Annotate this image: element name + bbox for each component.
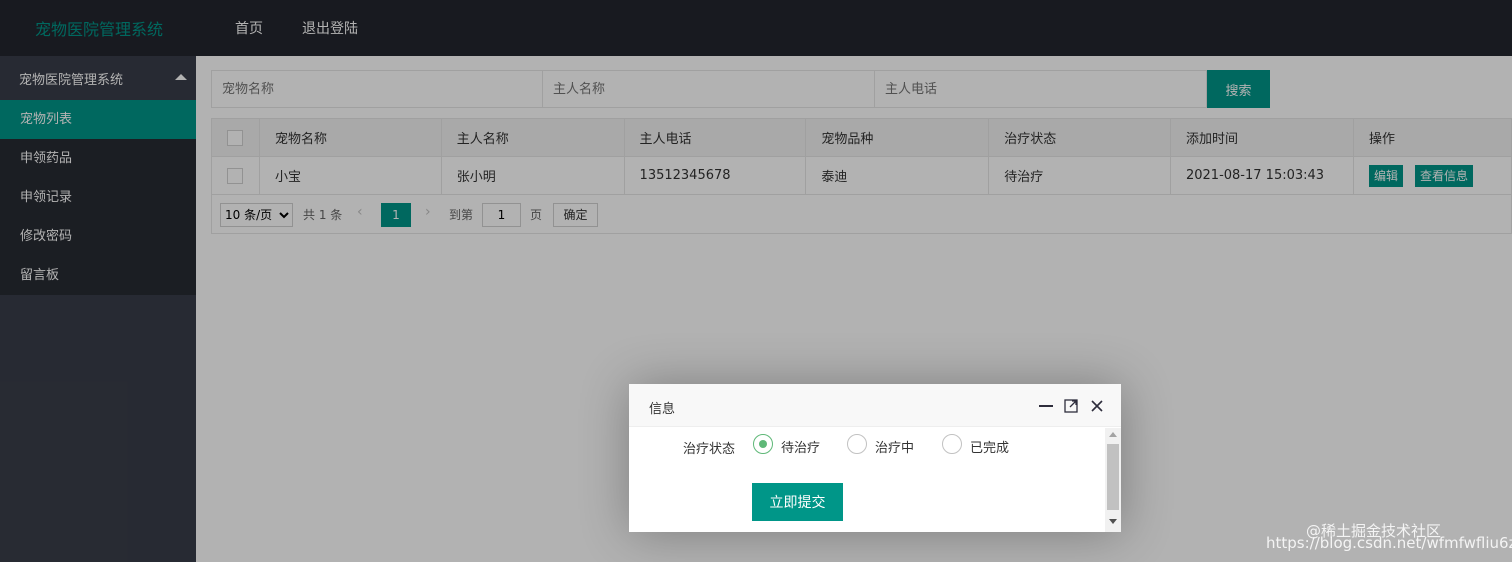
submit-button[interactable]: 立即提交 <box>752 483 843 521</box>
radio-unchecked-icon <box>942 434 962 454</box>
close-icon[interactable] <box>1090 399 1104 413</box>
radio-label: 待治疗 <box>781 441 821 456</box>
dialog-header[interactable]: 信息 <box>629 384 1121 427</box>
status-dialog: 信息 治疗状态 待治疗 治疗中 已完成 立即提交 <box>629 384 1121 532</box>
scroll-thumb[interactable] <box>1107 444 1119 510</box>
scroll-up-icon[interactable] <box>1109 432 1117 437</box>
radio-checked-icon <box>753 434 773 454</box>
minimize-icon[interactable] <box>1039 405 1053 407</box>
scroll-down-icon[interactable] <box>1109 519 1117 524</box>
radio-unchecked-icon <box>847 434 867 454</box>
status-field-label: 治疗状态 <box>683 442 736 457</box>
dialog-body: 治疗状态 待治疗 治疗中 已完成 立即提交 <box>629 428 1105 532</box>
dialog-scrollbar[interactable] <box>1105 428 1121 532</box>
dialog-title: 信息 <box>649 402 676 417</box>
radio-label: 治疗中 <box>875 441 915 456</box>
radio-label: 已完成 <box>970 441 1010 456</box>
maximize-icon[interactable] <box>1064 399 1078 413</box>
watermark: @稀土掘金技术社区 https://blog.csdn.net/wfmfwfli… <box>1266 521 1512 553</box>
watermark-url: https://blog.csdn.net/wfmfwfliu6z6 <box>1266 534 1512 552</box>
